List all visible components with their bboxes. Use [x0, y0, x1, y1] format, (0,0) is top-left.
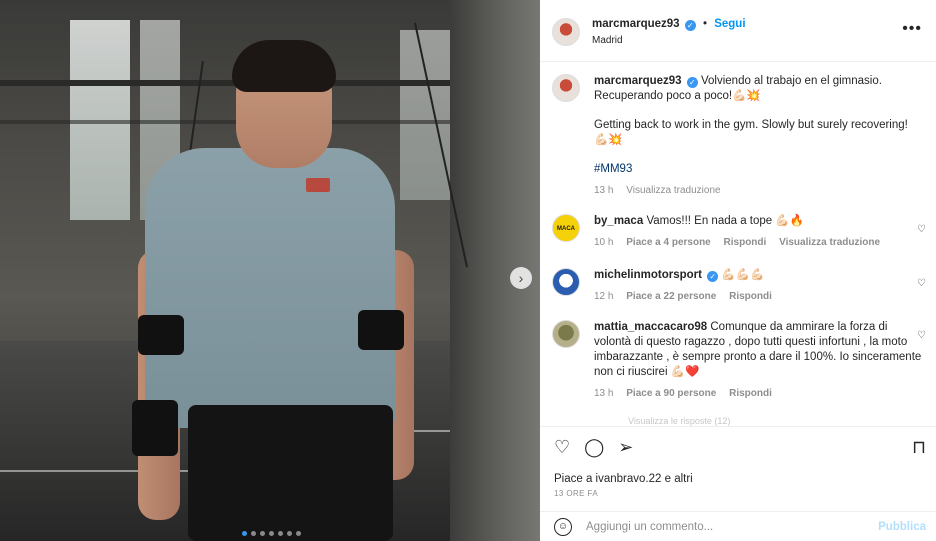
shirt-logo — [306, 178, 330, 192]
reply-button[interactable]: Rispondi — [729, 291, 772, 302]
carousel-dot[interactable] — [278, 531, 283, 536]
carousel-dot[interactable] — [269, 531, 274, 536]
comment-icon[interactable]: ◯ — [584, 437, 604, 458]
emoji-icon[interactable]: ☺ — [554, 518, 572, 536]
verified-icon: ✓ — [684, 20, 696, 31]
wrist-wrap — [132, 400, 178, 456]
comment-username[interactable]: michelinmotorsport — [594, 269, 702, 281]
comment-username[interactable]: mattia_maccacaro98 — [594, 321, 707, 333]
avatar[interactable] — [552, 320, 580, 348]
wrist-strap — [138, 315, 184, 355]
comment-likes[interactable]: Piace a 4 persone — [626, 237, 711, 248]
wrist-strap — [358, 310, 404, 350]
carousel-next-button[interactable]: › — [510, 267, 532, 289]
hashtag-link[interactable]: #MM93 — [594, 162, 924, 177]
view-replies-link[interactable]: Visualizza le risposte (12) — [628, 416, 730, 426]
carousel-dot[interactable] — [287, 531, 292, 536]
verified-icon: ✓ — [686, 77, 698, 88]
translate-link[interactable]: Visualizza traduzione — [626, 185, 720, 196]
hair — [232, 40, 336, 92]
comment-text: Vamos!!! En nada a tope 💪🏻🔥 — [646, 215, 805, 227]
caption-username[interactable]: marcmarquez93 — [594, 75, 682, 87]
avatar[interactable] — [552, 268, 580, 296]
shirt — [145, 148, 395, 428]
avatar[interactable]: MACA — [552, 214, 580, 242]
carousel-dot[interactable] — [242, 531, 247, 536]
header-username[interactable]: marcmarquez93 — [592, 18, 680, 30]
shorts — [188, 405, 393, 541]
like-comment-icon[interactable]: ♡ — [917, 330, 926, 341]
location[interactable]: Madrid — [592, 35, 623, 46]
like-comment-icon[interactable]: ♡ — [917, 278, 926, 289]
reply-button[interactable]: Rispondi — [724, 237, 767, 248]
comment-username[interactable]: by_maca — [594, 215, 643, 227]
publish-button[interactable]: Pubblica — [878, 521, 926, 533]
separator: • — [702, 18, 708, 30]
translate-link[interactable]: Visualizza traduzione — [779, 237, 880, 248]
comment-time: 10 h — [594, 237, 614, 248]
follow-button[interactable]: Segui — [714, 18, 745, 30]
comment-time: 12 h — [594, 291, 614, 302]
comments-list[interactable]: marcmarquez93 ✓ Volviendo al trabajo en … — [540, 62, 936, 426]
like-icon[interactable]: ♡ — [554, 437, 570, 458]
post-date: 13 ORE FA — [554, 489, 599, 498]
caption-text-en: Getting back to work in the gym. Slowly … — [594, 119, 908, 146]
share-icon[interactable]: ➢ — [618, 437, 633, 458]
add-comment-bar: ☺ Aggiungi un commento... Pubblica — [540, 511, 936, 541]
save-icon[interactable]: ⊓ — [912, 437, 926, 458]
header-user-line: marcmarquez93 ✓ • Segui — [592, 18, 746, 31]
verified-icon: ✓ — [707, 271, 719, 282]
chevron-right-icon: › — [518, 270, 524, 286]
likes-summary[interactable]: Piace a ivanbravo.22 e altri — [554, 473, 693, 485]
post-photo[interactable]: › — [0, 0, 540, 541]
post-header: marcmarquez93 ✓ • Segui Madrid ••• — [540, 0, 936, 62]
carousel-dot[interactable] — [296, 531, 301, 536]
comment-likes[interactable]: Piace a 90 persone — [626, 388, 716, 399]
carousel-dot[interactable] — [251, 531, 256, 536]
caption-time: 13 h — [594, 185, 614, 196]
carousel-dots — [242, 531, 301, 536]
comment-time: 13 h — [594, 388, 614, 399]
post-side-panel: marcmarquez93 ✓ • Segui Madrid ••• marcm… — [540, 0, 936, 541]
comment-text: 💪🏻💪🏻💪🏻 — [721, 269, 765, 281]
like-comment-icon[interactable]: ♡ — [917, 224, 926, 235]
avatar[interactable] — [552, 74, 580, 102]
comment-likes[interactable]: Piace a 22 persone — [626, 291, 716, 302]
comment-input[interactable]: Aggiungi un commento... — [586, 521, 713, 533]
carousel-dot[interactable] — [260, 531, 265, 536]
avatar[interactable] — [552, 18, 580, 46]
more-options-icon[interactable]: ••• — [902, 20, 922, 38]
reply-button[interactable]: Rispondi — [729, 388, 772, 399]
post-actions: ♡ ◯ ➢ ⊓ Piace a ivanbravo.22 e altri 13 … — [540, 426, 936, 538]
